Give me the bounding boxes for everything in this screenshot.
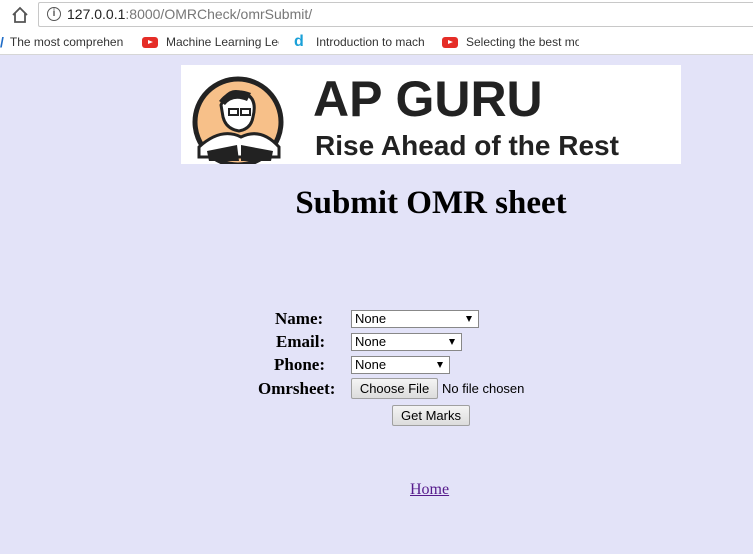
phone-select-value: None xyxy=(355,357,387,372)
bookmark-item[interactable]: d Introduction to mach xyxy=(294,33,429,51)
email-select[interactable]: None xyxy=(351,333,462,351)
name-select[interactable]: None xyxy=(351,310,479,328)
omrsheet-label: Omrsheet: xyxy=(258,379,336,398)
browser-toolbar: i 127.0.0.1:8000/OMRCheck/omrSubmit/ xyxy=(0,0,753,31)
name-label: Name: xyxy=(275,309,324,328)
url-text[interactable]: 127.0.0.1:8000/OMRCheck/omrSubmit/ xyxy=(67,6,312,22)
youtube-icon xyxy=(442,36,458,48)
bookmark-label: Machine Learning Lec xyxy=(166,35,279,49)
home-icon[interactable] xyxy=(10,5,30,25)
url-path: :8000/OMRCheck/omrSubmit/ xyxy=(125,6,313,22)
youtube-icon xyxy=(142,36,158,48)
dropdown-arrow-icon xyxy=(437,362,443,368)
address-bar[interactable]: i 127.0.0.1:8000/OMRCheck/omrSubmit/ xyxy=(38,2,753,27)
bookmark-label: Introduction to mach xyxy=(316,35,425,49)
url-host: 127.0.0.1 xyxy=(67,6,126,22)
bookmark-label: The most comprehen xyxy=(9,35,123,49)
bookmark-item[interactable]: Selecting the best mo xyxy=(442,33,579,51)
logo-graphic: AP GURU Rise Ahead of the Rest xyxy=(192,71,619,168)
d-icon: d xyxy=(294,33,304,50)
bookmark-item[interactable]: Machine Learning Lec xyxy=(142,33,279,51)
page-title: Submit OMR sheet xyxy=(295,185,567,221)
logo-title: AP GURU xyxy=(313,71,543,127)
bookmark-item[interactable]: / The most comprehen xyxy=(0,33,123,51)
dropdown-arrow-icon xyxy=(466,316,472,322)
phone-select[interactable]: None xyxy=(351,356,450,374)
slash-icon: / xyxy=(0,34,4,50)
bookmarks-bar: / The most comprehen Machine Learning Le… xyxy=(0,30,753,55)
email-select-value: None xyxy=(355,334,387,349)
home-link[interactable]: Home xyxy=(410,481,449,499)
bookmark-label: Selecting the best mo xyxy=(466,35,579,49)
name-select-value: None xyxy=(355,311,387,326)
choose-file-button[interactable]: Choose File xyxy=(351,378,438,399)
logo-tagline: Rise Ahead of the Rest xyxy=(315,130,619,161)
dropdown-arrow-icon xyxy=(449,339,455,345)
file-status: No file chosen xyxy=(442,381,525,396)
info-icon[interactable]: i xyxy=(47,7,61,21)
phone-label: Phone: xyxy=(274,355,325,374)
ap-guru-logo: AP GURU Rise Ahead of the Rest xyxy=(181,65,681,168)
get-marks-button[interactable]: Get Marks xyxy=(392,405,470,426)
email-label: Email: xyxy=(276,332,326,351)
